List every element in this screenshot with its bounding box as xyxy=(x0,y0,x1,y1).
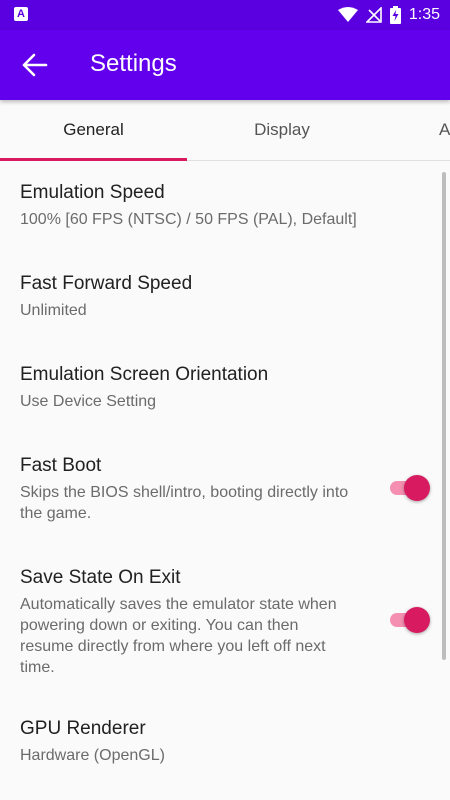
switch-thumb xyxy=(404,607,430,633)
pref-summary: 100% [60 FPS (NTSC) / 50 FPS (PAL), Defa… xyxy=(20,211,357,228)
switch-thumb xyxy=(404,475,430,501)
pref-title: Emulation Screen Orientation xyxy=(20,364,269,385)
arrow-left-icon[interactable] xyxy=(20,52,50,78)
app-notification-icon: A xyxy=(14,7,28,21)
pref-screen-orientation[interactable]: Emulation Screen Orientation Use Device … xyxy=(20,364,430,412)
tab-audio[interactable]: A xyxy=(439,100,450,160)
pref-fast-boot[interactable]: Fast Boot Skips the BIOS shell/intro, bo… xyxy=(20,455,430,524)
tab-general[interactable]: General xyxy=(0,100,187,160)
pref-summary: Skips the BIOS shell/intro, booting dire… xyxy=(20,484,349,522)
status-bar: A 1:35 xyxy=(0,0,450,30)
pref-fast-forward-speed[interactable]: Fast Forward Speed Unlimited xyxy=(20,273,430,321)
tab-indicator xyxy=(0,158,187,161)
pref-save-state-on-exit[interactable]: Save State On Exit Automatically saves t… xyxy=(20,567,430,678)
pref-gpu-renderer[interactable]: GPU Renderer Hardware (OpenGL) xyxy=(20,718,430,766)
battery-charging-icon xyxy=(389,6,401,24)
pref-summary: Hardware (OpenGL) xyxy=(20,747,165,764)
fast-boot-toggle[interactable] xyxy=(386,474,430,502)
pref-summary: Use Device Setting xyxy=(20,393,157,410)
app-bar: Settings xyxy=(0,30,450,100)
clock: 1:35 xyxy=(408,6,440,23)
page-title: Settings xyxy=(90,50,177,77)
pref-emulation-speed[interactable]: Emulation Speed 100% [60 FPS (NTSC) / 50… xyxy=(20,182,430,230)
pref-title: Fast Boot xyxy=(20,455,102,476)
tab-display[interactable]: Display xyxy=(187,100,377,160)
pref-title: Fast Forward Speed xyxy=(20,273,193,294)
pref-title: Emulation Speed xyxy=(20,182,165,203)
no-signal-icon xyxy=(365,7,382,23)
wifi-icon xyxy=(337,7,358,22)
status-icons: 1:35 xyxy=(337,0,440,30)
pref-summary: Automatically saves the emulator state w… xyxy=(20,596,337,676)
tab-bar: General Display A xyxy=(0,100,450,161)
pref-title: Save State On Exit xyxy=(20,567,181,588)
save-state-toggle[interactable] xyxy=(386,606,430,634)
pref-title: GPU Renderer xyxy=(20,718,146,739)
pref-summary: Unlimited xyxy=(20,302,87,319)
scrollbar[interactable] xyxy=(442,172,446,660)
